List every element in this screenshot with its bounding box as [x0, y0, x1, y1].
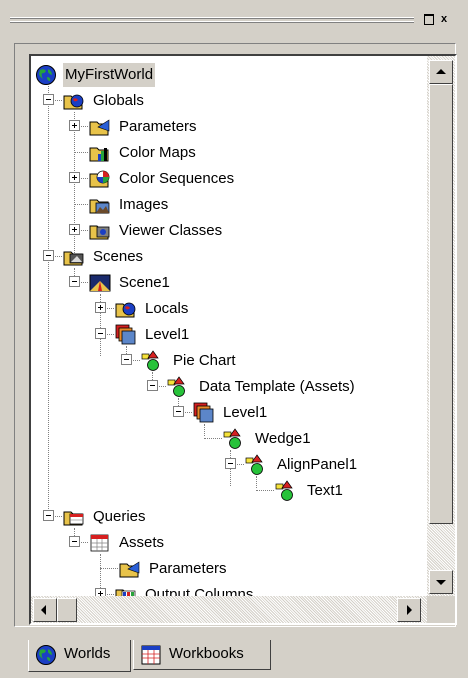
tree-item-label: Color Maps: [119, 144, 196, 161]
tree-content: MyFirstWorld Globals Parameters Color Ma…: [31, 56, 427, 596]
tree-item-label: Color Sequences: [119, 170, 235, 187]
object-icon: [275, 480, 293, 501]
folder-icon: [63, 94, 84, 110]
expand-toggle[interactable]: [69, 224, 80, 235]
tree-item-label: Parameters: [149, 560, 227, 577]
horizontal-scroll-thumb[interactable]: [57, 598, 77, 622]
collapse-toggle[interactable]: [43, 250, 54, 261]
collapse-toggle[interactable]: [121, 354, 132, 365]
collapse-toggle[interactable]: [95, 328, 106, 339]
tree-item-label: Wedge1: [255, 430, 311, 447]
columns-icon: [115, 589, 136, 596]
object-icon: [245, 454, 263, 475]
close-button[interactable]: x: [438, 13, 450, 25]
collapse-toggle[interactable]: [43, 510, 54, 521]
tree-item-label: Data Template (Assets): [199, 378, 355, 395]
folder-icon: [63, 511, 84, 526]
image-icon: [89, 199, 110, 214]
color-map-icon: [89, 147, 109, 162]
scroll-right-button[interactable]: [397, 598, 421, 622]
object-icon: [141, 350, 159, 371]
tab-worlds[interactable]: Worlds: [28, 640, 131, 672]
grip-line: [10, 18, 414, 19]
tree-item-label: Level1: [223, 404, 268, 421]
tree-item-label: Images: [119, 196, 169, 213]
tree-item-label: Level1: [145, 326, 190, 343]
globe-icon: [36, 65, 56, 85]
folder-icon: [63, 251, 84, 266]
collapse-toggle[interactable]: [225, 458, 236, 469]
collapse-toggle[interactable]: [43, 94, 54, 105]
expand-toggle[interactable]: [69, 172, 80, 183]
tree-item-label: Scene1: [119, 274, 170, 291]
workbook-icon: [141, 645, 161, 665]
collapse-toggle[interactable]: [69, 536, 80, 547]
object-icon: [223, 428, 241, 449]
tree-view[interactable]: MyFirstWorld Globals Parameters Color Ma…: [29, 54, 457, 625]
level-icon: [115, 324, 136, 345]
tree-item-label: Scenes: [93, 248, 144, 265]
folder-icon: [119, 561, 140, 578]
expand-toggle[interactable]: [95, 302, 106, 313]
tree-item-label: Globals: [93, 92, 144, 109]
scroll-corner: [427, 596, 455, 623]
globe-icon: [36, 645, 56, 665]
grip-line: [10, 22, 414, 23]
maximize-icon: [424, 14, 434, 25]
expand-toggle[interactable]: [95, 588, 106, 596]
tree-item-label: Assets: [119, 534, 165, 551]
expand-toggle[interactable]: [69, 120, 80, 131]
level-icon: [193, 402, 214, 423]
horizontal-scrollbar[interactable]: [31, 596, 427, 623]
tree-item-label: Text1: [307, 482, 343, 499]
vertical-scroll-thumb[interactable]: [429, 84, 453, 524]
vertical-scrollbar[interactable]: [427, 56, 455, 596]
tab-label: Worlds: [64, 645, 111, 662]
object-icon: [167, 376, 185, 397]
scroll-left-button[interactable]: [33, 598, 57, 622]
folder-icon: [115, 302, 136, 318]
folder-icon: [89, 119, 110, 136]
collapse-toggle[interactable]: [69, 276, 80, 287]
maximize-button[interactable]: [423, 13, 435, 25]
collapse-toggle[interactable]: [173, 406, 184, 417]
tree-item-label: Locals: [145, 300, 189, 317]
tree-item-label: Output Columns: [145, 586, 254, 596]
tree-item-label: AlignPanel1: [277, 456, 358, 473]
scroll-up-button[interactable]: [429, 60, 453, 84]
tree-item-label: Pie Chart: [173, 352, 236, 369]
scene-icon: [89, 274, 111, 292]
collapse-toggle[interactable]: [147, 380, 158, 391]
table-icon: [90, 534, 109, 552]
tab-workbooks[interactable]: Workbooks: [133, 640, 271, 670]
tree-item-label: Parameters: [119, 118, 197, 135]
tree-item-label: MyFirstWorld: [63, 63, 156, 87]
panel-title-bar[interactable]: x: [0, 0, 468, 40]
tab-label: Workbooks: [169, 645, 244, 662]
scroll-down-button[interactable]: [429, 570, 453, 594]
tree-item-label: Viewer Classes: [119, 222, 223, 239]
tree-item-label: Queries: [93, 508, 146, 525]
folder-icon: [89, 170, 110, 188]
folder-icon: [89, 225, 110, 240]
